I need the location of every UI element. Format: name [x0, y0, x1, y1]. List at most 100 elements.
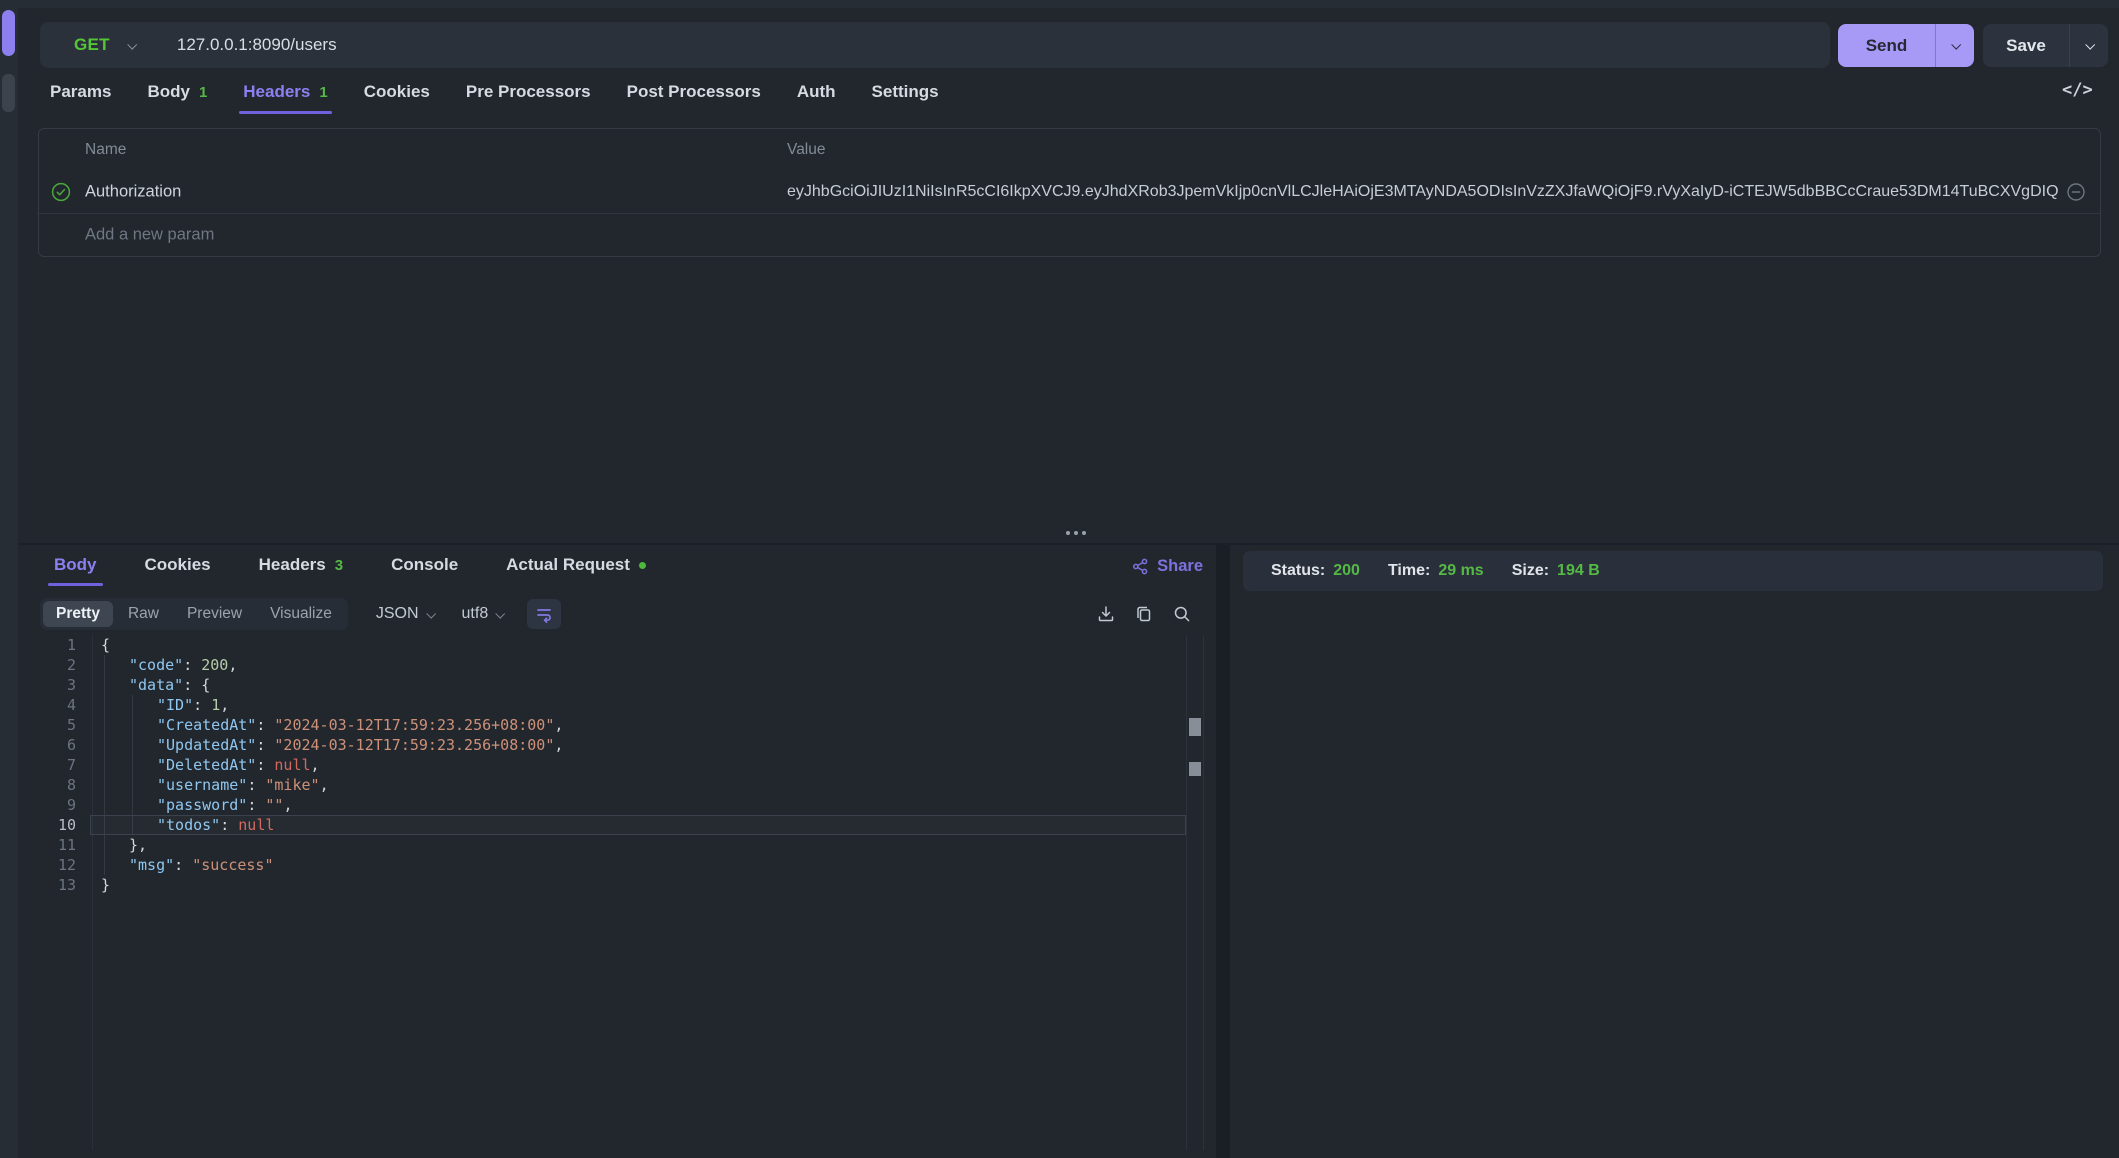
response-tab-body[interactable]: Body: [54, 555, 97, 575]
save-dropdown-icon[interactable]: [2070, 24, 2108, 67]
line-number: 10: [18, 815, 76, 835]
method-label[interactable]: GET: [74, 35, 110, 55]
code-snippet-icon[interactable]: </>: [2062, 80, 2093, 100]
tab-label: Body: [147, 82, 190, 102]
url-bar[interactable]: GET 127.0.0.1:8090/users: [40, 22, 1830, 68]
add-param-row[interactable]: Add a new param: [39, 213, 2100, 256]
code-line: 8"username": "mike",: [18, 775, 1216, 795]
indent-guide: [132, 695, 133, 835]
tab-params[interactable]: Params: [50, 82, 111, 102]
enabled-check-icon[interactable]: [51, 182, 71, 202]
sidebar-indicator[interactable]: [2, 74, 15, 112]
search-icon[interactable]: [1172, 604, 1192, 624]
headers-table-header: Name Value: [39, 129, 2100, 171]
code-content: }: [76, 875, 110, 895]
copy-icon[interactable]: [1134, 604, 1154, 624]
view-mode-raw[interactable]: Raw: [115, 601, 172, 627]
param-value-cell[interactable]: eyJhbGciOiJIUzI1NiIsInR5cCI6IkpXVCJ9.eyJ…: [787, 183, 2059, 201]
code-content: "DeletedAt": null,: [76, 755, 320, 775]
overview-ruler[interactable]: [1186, 635, 1204, 1150]
param-name-cell[interactable]: Authorization: [85, 183, 181, 202]
code-content: {: [76, 635, 110, 655]
sidebar-active-indicator[interactable]: [2, 10, 15, 56]
word-wrap-icon: [535, 605, 553, 623]
send-button[interactable]: Send: [1838, 24, 1974, 67]
code-line: 13}: [18, 875, 1216, 895]
send-button-label: Send: [1838, 36, 1935, 56]
header-row[interactable]: Authorization eyJhbGciOiJIUzI1NiIsInR5cCI…: [39, 171, 2100, 213]
response-tab-actual-request[interactable]: Actual Request: [506, 555, 646, 575]
remove-param-icon[interactable]: [2066, 182, 2086, 202]
tab-cookies[interactable]: Cookies: [364, 82, 430, 102]
word-wrap-button[interactable]: [527, 599, 561, 629]
api-client-window: GET 127.0.0.1:8090/users Send Save Param…: [0, 0, 2119, 1158]
code-content: "msg": "success": [76, 855, 274, 875]
share-button[interactable]: Share: [1132, 557, 1203, 576]
response-body-editor[interactable]: 1{2"code": 200,3"data": {4"ID": 1,5"Crea…: [18, 635, 1216, 1158]
split-drag-handle[interactable]: [1066, 531, 1086, 535]
headers-table: Name Value Authorization eyJhbGciOiJIUzI1…: [38, 128, 2101, 257]
current-line-highlight: [90, 815, 1186, 835]
code-content: "code": 200,: [76, 655, 237, 675]
unsaved-dot-icon: [639, 562, 646, 569]
tab-headers[interactable]: Headers1: [243, 82, 327, 102]
line-number: 9: [18, 795, 76, 815]
download-icon[interactable]: [1096, 604, 1116, 624]
code-line: 9"password": "",: [18, 795, 1216, 815]
tab-pre-processors[interactable]: Pre Processors: [466, 82, 591, 102]
gutter-separator: [92, 635, 93, 1150]
viewer-toolbar: PrettyRawPreviewVisualize JSON utf8: [40, 597, 561, 631]
encoding-dropdown[interactable]: utf8: [462, 605, 504, 623]
send-dropdown-icon[interactable]: [1936, 24, 1974, 67]
response-panel: Body Cookies Headers3 Console Actual Request…: [18, 545, 1216, 1158]
line-number: 7: [18, 755, 76, 775]
code-content: },: [76, 835, 147, 855]
add-param-placeholder[interactable]: Add a new param: [85, 226, 214, 245]
response-tab-headers[interactable]: Headers3: [259, 555, 343, 575]
tab-post-processors[interactable]: Post Processors: [627, 82, 761, 102]
tab-settings[interactable]: Settings: [872, 82, 939, 102]
code-line: 1{: [18, 635, 1216, 655]
line-number: 2: [18, 655, 76, 675]
viewer-actions: [1096, 597, 1192, 631]
tab-auth[interactable]: Auth: [797, 82, 836, 102]
url-input[interactable]: 127.0.0.1:8090/users: [177, 35, 337, 55]
line-number: 1: [18, 635, 76, 655]
tab-label: Cookies: [364, 82, 430, 102]
view-mode-visualize[interactable]: Visualize: [257, 601, 345, 627]
status-code: Status: 200: [1271, 562, 1360, 580]
scrollbar-thumb[interactable]: [1189, 718, 1201, 736]
code-content: "password": "",: [76, 795, 292, 815]
code-content: "username": "mike",: [76, 775, 329, 795]
scrollbar-thumb[interactable]: [1189, 762, 1201, 776]
response-tab-label: Cookies: [145, 555, 211, 575]
response-tab-console[interactable]: Console: [391, 555, 458, 575]
language-value: JSON: [376, 605, 419, 623]
column-header-value: Value: [787, 141, 826, 159]
share-label: Share: [1157, 557, 1203, 576]
save-button[interactable]: Save: [1983, 24, 2108, 67]
code-line: 7"DeletedAt": null,: [18, 755, 1216, 775]
response-panels-divider[interactable]: [1216, 545, 1230, 1158]
tab-label: Pre Processors: [466, 82, 591, 102]
code-line: 3"data": {: [18, 675, 1216, 695]
code-line: 11},: [18, 835, 1216, 855]
line-number: 12: [18, 855, 76, 875]
tab-body[interactable]: Body1: [147, 82, 207, 102]
line-number: 4: [18, 695, 76, 715]
view-mode-group: PrettyRawPreviewVisualize: [40, 598, 348, 630]
line-number: 11: [18, 835, 76, 855]
code-content: "CreatedAt": "2024-03-12T17:59:23.256+08…: [76, 715, 563, 735]
method-dropdown-icon[interactable]: [128, 36, 135, 54]
language-dropdown[interactable]: JSON: [376, 605, 434, 623]
code-line: 6"UpdatedAt": "2024-03-12T17:59:23.256+0…: [18, 735, 1216, 755]
line-number: 5: [18, 715, 76, 735]
code-line: 5"CreatedAt": "2024-03-12T17:59:23.256+0…: [18, 715, 1216, 735]
line-number: 3: [18, 675, 76, 695]
line-number: 8: [18, 775, 76, 795]
collapsed-sidebar[interactable]: [0, 0, 18, 1158]
response-tab-cookies[interactable]: Cookies: [145, 555, 211, 575]
view-mode-pretty[interactable]: Pretty: [43, 601, 113, 627]
view-mode-preview[interactable]: Preview: [174, 601, 255, 627]
code-content: "ID": 1,: [76, 695, 229, 715]
